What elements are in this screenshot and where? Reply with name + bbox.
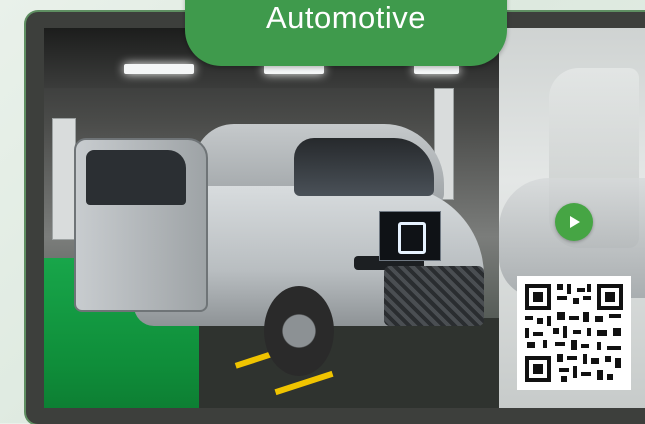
- category-label: Automotive: [265, 0, 427, 35]
- car-wheel: [264, 286, 334, 376]
- silver-suv: [74, 116, 494, 376]
- inspection-screen: [379, 211, 441, 261]
- car-windshield: [294, 138, 434, 196]
- open-car-door: [74, 138, 208, 312]
- main-photo: [44, 28, 499, 408]
- car-grille: [384, 266, 484, 326]
- qr-code-icon: [517, 276, 631, 390]
- category-tab[interactable]: Automotive: [185, 0, 507, 66]
- qr-code: [517, 276, 631, 390]
- ceiling-light: [124, 64, 194, 74]
- equipment-pillar: [52, 118, 76, 240]
- screen-glyph-icon: [398, 222, 426, 254]
- door-window: [86, 150, 186, 205]
- play-button[interactable]: [555, 203, 593, 241]
- play-icon: [570, 216, 580, 228]
